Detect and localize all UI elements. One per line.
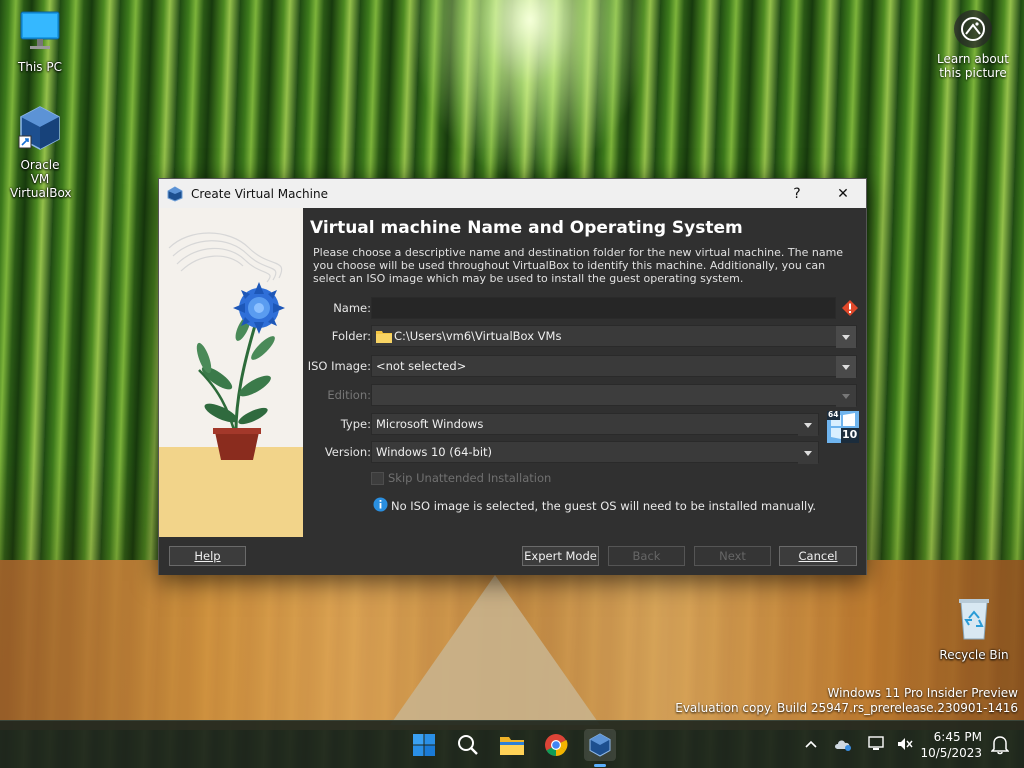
skip-unattended-checkbox: Skip Unattended Installation <box>371 470 551 486</box>
learn-about-picture[interactable]: Learn about this picture <box>930 10 1016 80</box>
wallpaper-stone-path <box>390 575 600 725</box>
folder-dropdown-arrow[interactable] <box>836 326 856 348</box>
info-icon <box>373 497 388 515</box>
folder-label: Folder: <box>331 329 371 343</box>
iso-combobox[interactable]: <not selected> <box>371 355 857 378</box>
expert-mode-button[interactable]: Expert Mode <box>522 546 599 566</box>
onedrive-icon[interactable] <box>834 737 852 754</box>
windows-logo-icon <box>413 734 435 756</box>
desktop-icon-virtualbox[interactable]: Oracle VM VirtualBox <box>0 104 80 200</box>
clock-date: 10/5/2023 <box>920 746 982 760</box>
search-icon <box>458 735 478 755</box>
name-input[interactable] <box>371 297 836 319</box>
iso-label: ISO Image: <box>307 359 371 373</box>
warning-icon <box>841 299 859 320</box>
help-button-label: Help <box>194 549 221 563</box>
notifications-button[interactable] <box>984 729 1016 761</box>
create-vm-dialog: Create Virtual Machine ? ✕ Virtual machi… <box>158 178 867 575</box>
version-dropdown-arrow[interactable] <box>798 442 818 464</box>
watermark-edition: Windows 11 Pro Insider Preview <box>827 686 1018 700</box>
virtualbox-taskbar-button[interactable] <box>584 729 616 767</box>
system-tray <box>804 721 924 768</box>
folder-row: Folder: C:\Users\vm6\VirtualBox VMs <box>305 325 865 349</box>
folder-icon <box>500 737 524 755</box>
dialog-titlebar[interactable]: Create Virtual Machine ? ✕ <box>159 179 866 208</box>
skip-unattended-label: Skip Unattended Installation <box>388 471 552 485</box>
edition-combobox <box>371 384 857 407</box>
wizard-content: Virtual machine Name and Operating Syste… <box>305 208 865 537</box>
folder-value: C:\Users\vm6\VirtualBox VMs <box>394 329 562 343</box>
learn-about-label: Learn about this picture <box>937 52 1009 80</box>
edition-dropdown-arrow <box>836 385 856 407</box>
file-explorer-button[interactable] <box>496 729 528 761</box>
camera-icon <box>954 10 992 48</box>
checkbox-box <box>371 471 384 485</box>
taskbar: 6:45 PM 10/5/2023 <box>0 720 1024 768</box>
type-row: Type: Microsoft Windows <box>305 413 865 436</box>
desktop-icon-recycle-bin[interactable]: Recycle Bin <box>934 596 1014 662</box>
version-value: Windows 10 (64-bit) <box>376 445 493 459</box>
search-button[interactable] <box>452 729 484 761</box>
virtualbox-small-icon <box>167 185 183 202</box>
next-button-label: Next <box>719 549 746 563</box>
desktop-icon-this-pc[interactable]: This PC <box>0 8 80 74</box>
type-dropdown-arrow[interactable] <box>798 414 818 436</box>
name-row: Name: <box>305 297 865 319</box>
chrome-icon <box>545 734 568 756</box>
folder-icon <box>376 329 392 349</box>
version-row: Version: Windows 10 (64-bit) <box>305 441 865 464</box>
clock-time: 6:45 PM <box>933 730 982 744</box>
dialog-body: Virtual machine Name and Operating Syste… <box>159 208 866 538</box>
help-button[interactable]: Help <box>169 546 246 566</box>
name-label: Name: <box>333 301 371 315</box>
dialog-button-bar: Help Expert Mode Back Next Cancel <box>159 538 866 575</box>
back-button-label: Back <box>632 549 661 563</box>
wizard-side-illustration <box>159 208 303 537</box>
version-combobox[interactable]: Windows 10 (64-bit) <box>371 441 819 464</box>
windows10-os-icon: 64 10 <box>827 410 859 443</box>
flower-pot-illustration <box>168 232 285 460</box>
watermark-build: Evaluation copy. Build 25947.rs_prerelea… <box>675 701 1018 715</box>
close-button[interactable]: ✕ <box>820 179 866 208</box>
os-bitness-label: 64 <box>828 410 839 419</box>
edition-label: Edition: <box>327 388 371 402</box>
volume-muted-icon[interactable] <box>896 736 914 755</box>
iso-row: ISO Image: <not selected> <box>305 355 865 378</box>
desktop-icon-label: Recycle Bin <box>939 648 1009 662</box>
page-title: Virtual machine Name and Operating Syste… <box>310 218 743 238</box>
windows-watermark: Windows 11 Pro Insider Preview Evaluatio… <box>675 686 1018 716</box>
bell-icon <box>991 736 1009 755</box>
os-version-label: 10 <box>842 428 858 441</box>
info-text: No ISO image is selected, the guest OS w… <box>391 499 817 513</box>
page-description: Please choose a descriptive name and des… <box>313 246 844 285</box>
desktop-icon-label: Oracle VM VirtualBox <box>10 158 72 200</box>
next-button: Next <box>694 546 771 566</box>
taskbar-clock[interactable]: 6:45 PM 10/5/2023 <box>920 729 982 761</box>
chrome-button[interactable] <box>540 729 572 761</box>
expert-mode-label: Expert Mode <box>524 549 597 563</box>
dialog-title: Create Virtual Machine <box>191 186 328 201</box>
iso-dropdown-arrow[interactable] <box>836 356 856 378</box>
chevron-up-icon[interactable] <box>804 738 818 752</box>
version-label: Version: <box>324 445 371 459</box>
recycle-bin-icon <box>934 596 1014 645</box>
monitor-icon <box>0 8 80 57</box>
type-label: Type: <box>340 417 371 431</box>
folder-combobox[interactable]: C:\Users\vm6\VirtualBox VMs <box>371 325 857 349</box>
back-button: Back <box>608 546 685 566</box>
type-combobox[interactable]: Microsoft Windows <box>371 413 819 436</box>
virtualbox-icon <box>0 104 80 155</box>
active-indicator <box>594 764 606 767</box>
desktop-icon-label: This PC <box>18 60 62 74</box>
start-button[interactable] <box>408 729 440 761</box>
network-icon[interactable] <box>868 735 886 755</box>
virtualbox-icon <box>589 733 611 757</box>
edition-row: Edition: <box>305 384 865 407</box>
context-help-button[interactable]: ? <box>774 179 820 208</box>
type-value: Microsoft Windows <box>376 417 484 431</box>
info-message: No ISO image is selected, the guest OS w… <box>373 497 816 515</box>
iso-value: <not selected> <box>376 359 467 373</box>
cancel-button[interactable]: Cancel <box>779 546 857 566</box>
cancel-button-label: Cancel <box>798 549 838 563</box>
